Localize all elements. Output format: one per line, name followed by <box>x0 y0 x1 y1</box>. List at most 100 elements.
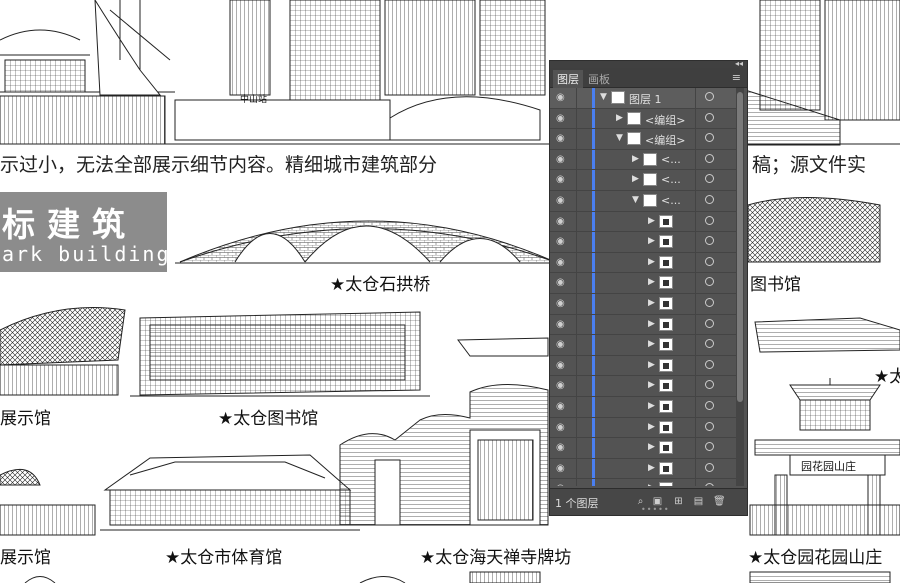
lock-column[interactable] <box>576 211 577 232</box>
tab-artboards[interactable]: 画板 <box>584 70 614 88</box>
new-sublayer-icon[interactable]: ⊞ <box>673 496 684 507</box>
layer-name[interactable]: <编组> <box>645 132 685 148</box>
layers-scrollbar[interactable] <box>736 88 744 486</box>
layer-row[interactable]: ◉▶ <box>550 355 736 377</box>
visibility-eye-icon[interactable]: ◉ <box>556 277 568 288</box>
visibility-eye-icon[interactable]: ◉ <box>556 422 568 433</box>
expand-triangle-closed-icon[interactable]: ▶ <box>632 174 639 184</box>
visibility-eye-icon[interactable]: ◉ <box>556 236 568 247</box>
target-circle-icon[interactable] <box>705 194 714 204</box>
layer-name[interactable]: <... <box>661 173 681 186</box>
layer-row[interactable]: ◉▶ <box>550 314 736 336</box>
target-circle-icon[interactable] <box>705 442 714 452</box>
lock-column[interactable] <box>576 252 577 273</box>
collapse-panel-icon[interactable]: ◂◂ <box>735 59 743 68</box>
expand-triangle-closed-icon[interactable]: ▶ <box>648 236 655 246</box>
lock-column[interactable] <box>576 170 577 190</box>
visibility-eye-icon[interactable]: ◉ <box>556 113 568 124</box>
target-circle-icon[interactable] <box>705 277 714 287</box>
expand-triangle-closed-icon[interactable]: ▶ <box>648 463 655 473</box>
expand-triangle-open-icon[interactable]: ▼ <box>600 92 607 102</box>
target-circle-icon[interactable] <box>705 339 714 349</box>
target-circle-icon[interactable] <box>705 359 714 369</box>
target-circle-icon[interactable] <box>705 153 714 163</box>
lock-column[interactable] <box>576 417 577 438</box>
visibility-eye-icon[interactable]: ◉ <box>556 174 568 185</box>
target-circle-icon[interactable] <box>705 133 714 143</box>
layer-name[interactable]: <编组> <box>645 112 685 128</box>
layer-row[interactable]: ◉▶ <box>550 417 736 439</box>
expand-triangle-closed-icon[interactable]: ▶ <box>648 216 655 226</box>
tab-layers[interactable]: 图层 <box>553 70 583 88</box>
resize-grip[interactable]: ••••• <box>641 505 670 514</box>
layer-row[interactable]: ◉ ▼ <编组> <box>550 129 736 150</box>
lock-column[interactable] <box>576 438 577 458</box>
target-circle-icon[interactable] <box>705 236 714 246</box>
layer-name[interactable]: <... <box>661 153 681 166</box>
expand-triangle-closed-icon[interactable]: ▶ <box>648 380 655 390</box>
layer-row[interactable]: ◉▶ <box>550 479 736 486</box>
delete-icon[interactable]: 🗑 <box>713 496 726 507</box>
lock-column[interactable] <box>576 314 577 335</box>
layer-row[interactable]: ◉▶ <box>550 335 736 356</box>
lock-column[interactable] <box>576 273 577 293</box>
lock-column[interactable] <box>576 458 577 479</box>
layer-row[interactable]: ◉ ▼ <... <box>550 190 736 212</box>
target-circle-icon[interactable] <box>705 215 714 225</box>
expand-triangle-closed-icon[interactable]: ▶ <box>616 113 623 123</box>
new-layer-icon[interactable]: ▤ <box>693 496 704 507</box>
target-circle-icon[interactable] <box>705 400 714 410</box>
lock-column[interactable] <box>576 108 577 129</box>
layer-row[interactable]: ◉▶ <box>550 293 736 315</box>
layer-row[interactable]: ◉▶ <box>550 273 736 294</box>
lock-column[interactable] <box>576 293 577 314</box>
expand-triangle-closed-icon[interactable]: ▶ <box>648 422 655 432</box>
visibility-eye-icon[interactable]: ◉ <box>556 401 568 412</box>
lock-column[interactable] <box>576 129 577 149</box>
layers-panel[interactable]: ◂◂ 图层 画板 ≡ ◉ ▼ 图层 1 ◉ ▶ <编组> ◉ ▼ <编组> ◉ ▶ <... ◉ ▶ <..… <box>549 59 748 516</box>
expand-triangle-closed-icon[interactable]: ▶ <box>648 401 655 411</box>
visibility-eye-icon[interactable]: ◉ <box>556 195 568 206</box>
target-circle-icon[interactable] <box>705 112 714 122</box>
visibility-eye-icon[interactable]: ◉ <box>556 154 568 165</box>
layers-list[interactable]: ◉ ▼ 图层 1 ◉ ▶ <编组> ◉ ▼ <编组> ◉ ▶ <... ◉ ▶ <... ◉ ▼ <... ◉ ▶ ◉ ▶… <box>550 88 736 486</box>
target-circle-icon[interactable] <box>705 174 714 184</box>
lock-column[interactable] <box>576 355 577 376</box>
expand-triangle-closed-icon[interactable]: ▶ <box>648 257 655 267</box>
expand-triangle-closed-icon[interactable]: ▶ <box>648 442 655 452</box>
visibility-eye-icon[interactable]: ◉ <box>556 442 568 453</box>
visibility-eye-icon[interactable]: ◉ <box>556 216 568 227</box>
artboard-canvas[interactable]: 示过小，无法全部展示细节内容。精细城市建筑部分 稿；源文件实 标建筑 ark b… <box>0 0 900 583</box>
panel-menu-icon[interactable]: ≡ <box>732 71 741 84</box>
visibility-eye-icon[interactable]: ◉ <box>556 463 568 474</box>
scrollbar-thumb[interactable] <box>737 92 743 402</box>
expand-triangle-closed-icon[interactable]: ▶ <box>648 339 655 349</box>
lock-column[interactable] <box>576 479 577 486</box>
visibility-eye-icon[interactable]: ◉ <box>556 298 568 309</box>
target-circle-icon[interactable] <box>705 318 714 328</box>
visibility-eye-icon[interactable]: ◉ <box>556 360 568 371</box>
layer-row[interactable]: ◉ ▶ <... <box>550 170 736 191</box>
visibility-eye-icon[interactable]: ◉ <box>556 257 568 268</box>
target-circle-icon[interactable] <box>705 92 714 101</box>
expand-triangle-closed-icon[interactable]: ▶ <box>632 154 639 164</box>
visibility-eye-icon[interactable]: ◉ <box>556 319 568 330</box>
target-circle-icon[interactable] <box>705 380 714 390</box>
layer-row[interactable]: ◉▶ <box>550 396 736 418</box>
expand-triangle-open-icon[interactable]: ▼ <box>632 195 639 205</box>
layer-name[interactable]: 图层 1 <box>629 91 662 107</box>
expand-triangle-closed-icon[interactable]: ▶ <box>648 360 655 370</box>
layer-row[interactable]: ◉▶ <box>550 211 736 233</box>
target-circle-icon[interactable] <box>705 462 714 472</box>
panel-header-bar[interactable]: ◂◂ <box>550 59 747 68</box>
layer-row[interactable]: ◉ ▶ <编组> <box>550 108 736 130</box>
visibility-eye-icon[interactable]: ◉ <box>556 339 568 350</box>
target-circle-icon[interactable] <box>705 483 714 486</box>
expand-triangle-closed-icon[interactable]: ▶ <box>648 483 655 486</box>
lock-column[interactable] <box>576 88 577 108</box>
lock-column[interactable] <box>576 232 577 252</box>
target-circle-icon[interactable] <box>705 256 714 266</box>
lock-column[interactable] <box>576 149 577 170</box>
layer-row[interactable]: ◉▶ <box>550 376 736 397</box>
layer-name[interactable]: <... <box>661 194 681 207</box>
